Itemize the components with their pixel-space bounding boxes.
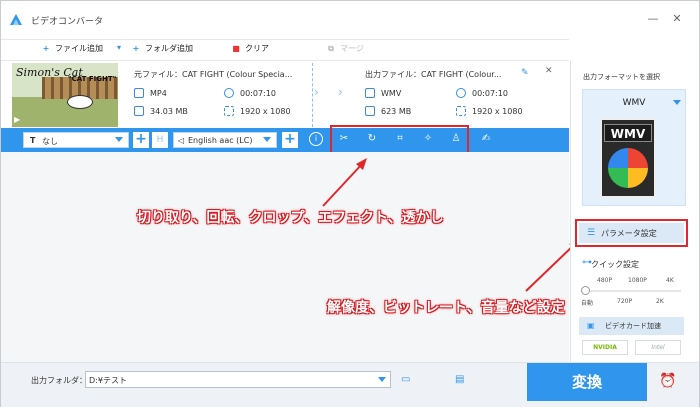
- convert-button[interactable]: 変換: [527, 363, 647, 401]
- alarm-clock-icon[interactable]: ⏰: [659, 373, 677, 391]
- audio-track-value: English aac (LC): [188, 136, 253, 145]
- app-logo-icon: [10, 14, 22, 25]
- merge-label: マージ: [340, 44, 364, 53]
- open-folder-icon[interactable]: ▭: [401, 374, 415, 385]
- add-folder-button[interactable]: + フォルダ追加: [131, 43, 193, 57]
- speaker-icon: ◁: [178, 136, 185, 145]
- clock-icon: [456, 88, 466, 98]
- output-file-label: 出力ファイル：CAT FIGHT (Colour...: [365, 70, 502, 79]
- remove-file-icon[interactable]: ✕: [545, 66, 553, 76]
- subtitle-style-button[interactable]: H: [152, 132, 168, 148]
- quality-slider[interactable]: [585, 290, 681, 292]
- output-format: WMV: [381, 89, 402, 98]
- close-button[interactable]: ✕: [669, 11, 685, 27]
- source-size: 34.03 MB: [150, 107, 188, 116]
- cat-figure: [67, 95, 93, 109]
- clear-label: クリア: [245, 44, 269, 53]
- add-subtitle-button[interactable]: +: [133, 132, 149, 148]
- format-icon: [365, 88, 375, 98]
- subtitle-text-icon: T: [30, 136, 36, 145]
- add-folder-label: フォルダ追加: [145, 44, 193, 53]
- chip-icon: ▣: [587, 321, 595, 330]
- wmv-format-icon[interactable]: WMV: [600, 118, 656, 198]
- resolution-icon: [224, 106, 234, 116]
- chevron-down-icon[interactable]: [378, 377, 386, 382]
- thumbnail-caption: "CAT FIGHT": [68, 75, 117, 83]
- nvidia-badge[interactable]: NVIDIA: [582, 340, 628, 355]
- intel-badge[interactable]: Intel: [635, 340, 681, 355]
- title-bar: ビデオコンバータ — ✕: [1, 1, 699, 39]
- gpu-acceleration-label: ビデオカード加速: [605, 322, 661, 330]
- filesize-icon: [134, 106, 144, 116]
- quality-slider-knob[interactable]: [581, 286, 590, 295]
- chevron-down-icon: [673, 100, 681, 105]
- output-duration: 00:07:10: [472, 89, 508, 98]
- sliders-icon: ☰: [587, 228, 596, 238]
- video-thumbnail[interactable]: Simon's Cat "CAT FIGHT" ▶: [12, 63, 118, 127]
- output-folder-value: D:¥テスト: [89, 376, 127, 385]
- chevron-down-icon: [263, 137, 271, 142]
- output-folder-input[interactable]: D:¥テスト: [85, 371, 391, 388]
- clock-icon: [224, 88, 234, 98]
- app-title: ビデオコンバータ: [31, 17, 104, 27]
- format-icon-label: WMV: [604, 124, 652, 142]
- source-format: MP4: [150, 89, 167, 98]
- file-divider: [312, 63, 313, 127]
- tick-label: 720P: [617, 298, 633, 305]
- merge-button[interactable]: ⧉ マージ: [326, 43, 364, 57]
- play-icon[interactable]: ▶: [14, 115, 24, 125]
- arrow-right-icon: ›: [338, 85, 343, 99]
- info-icon[interactable]: i: [309, 132, 323, 146]
- tick-label: 自動: [581, 300, 594, 307]
- edit-pencil-icon[interactable]: ✎: [521, 68, 531, 78]
- trash-icon: ■: [232, 44, 240, 53]
- minimize-button[interactable]: —: [645, 11, 661, 27]
- resolution-icon: [456, 106, 466, 116]
- chevron-down-icon: [115, 137, 123, 142]
- add-audio-button[interactable]: +: [282, 132, 298, 148]
- plus-icon: +: [42, 44, 50, 53]
- parameter-settings-button[interactable]: ☰ パラメータ設定: [579, 223, 684, 243]
- format-icon: [134, 88, 144, 98]
- source-file-label: 元ファイル：CAT FIGHT (Colour Specia...: [134, 70, 293, 79]
- folder-browse-icon[interactable]: ▤: [455, 374, 469, 385]
- output-size: 623 MB: [381, 107, 412, 116]
- arrow-right-icon: ›: [314, 85, 319, 99]
- source-resolution: 1920 x 1080: [240, 107, 291, 116]
- output-folder-label: 出力フォルダ：: [31, 376, 87, 385]
- subtitle-value: なし: [42, 137, 58, 146]
- subtitle-select[interactable]: T なし: [23, 132, 129, 148]
- tick-label: 4K: [666, 277, 674, 284]
- params-callout: 解像度、ビットレート、音量など設定: [327, 300, 565, 316]
- parameter-settings-label: パラメータ設定: [601, 229, 657, 238]
- quick-setting-label: クイック設定: [591, 260, 639, 269]
- tick-label: 2K: [656, 298, 664, 305]
- subtitle-edit-icon[interactable]: ✍: [479, 132, 493, 146]
- filesize-icon: [365, 106, 375, 116]
- source-duration: 00:07:10: [240, 89, 276, 98]
- add-file-label: ファイル追加: [55, 44, 103, 53]
- add-file-dropdown-icon[interactable]: ▾: [117, 43, 121, 57]
- gpu-acceleration-button[interactable]: ▣ ビデオカード加速: [579, 317, 684, 335]
- output-resolution: 1920 x 1080: [472, 107, 523, 116]
- add-file-button[interactable]: + ファイル追加: [41, 43, 103, 57]
- audio-track-select[interactable]: ◁ English aac (LC): [173, 132, 277, 148]
- tick-label: 480P: [597, 277, 613, 284]
- output-format-title: 出力フォーマットを選択: [583, 73, 660, 81]
- tools-callout: 切り取り、回転、クロップ、エフェクト、透かし: [137, 210, 444, 226]
- tools-highlight-box: [330, 125, 469, 154]
- work-area: [1, 152, 569, 362]
- merge-icon: ⧉: [328, 44, 334, 53]
- clear-button[interactable]: ■ クリア: [231, 43, 269, 57]
- app-window: ビデオコンバータ — ✕ + ファイル追加 ▾ + フォルダ追加 ■ クリア ⧉ マージ…: [0, 0, 700, 407]
- plus-icon: +: [132, 44, 140, 53]
- selected-format: WMV: [622, 98, 646, 108]
- format-art: [608, 148, 648, 188]
- tick-label: 1080P: [628, 277, 647, 284]
